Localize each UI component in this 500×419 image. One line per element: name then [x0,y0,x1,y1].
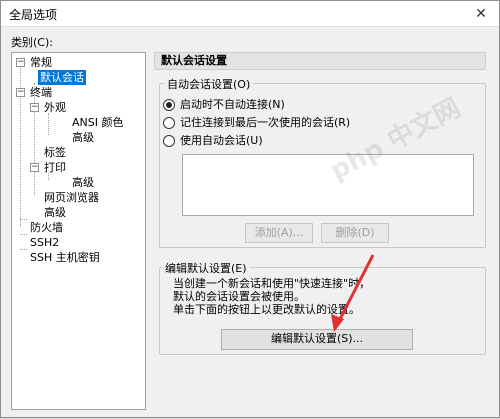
arrow-shaft [336,254,375,324]
global-options-window: 全局选项 ✕ 类别(C): − 常规 默认会话 − 终端 − 外观 ANSI 颜… [0,0,500,418]
annotation-arrow [331,254,375,332]
